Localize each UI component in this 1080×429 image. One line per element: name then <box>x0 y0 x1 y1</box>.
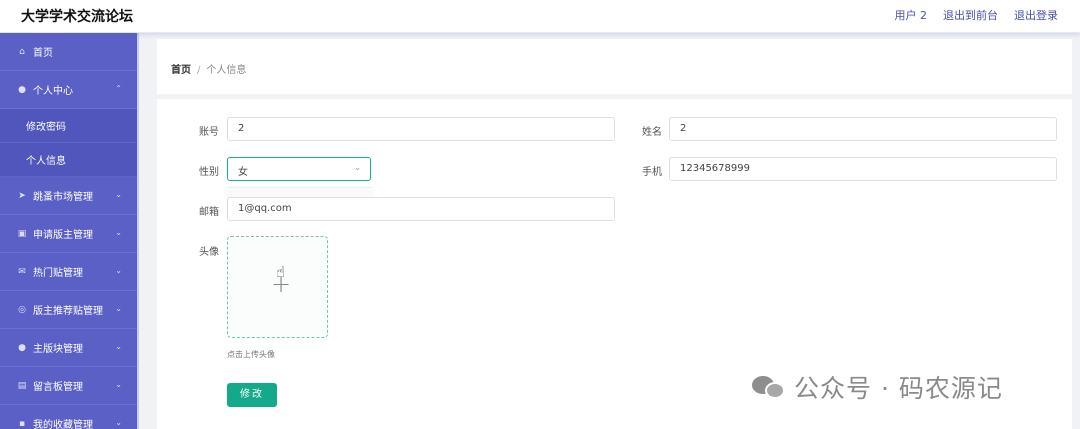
mail-icon: ✉ <box>18 266 26 277</box>
breadcrumb-current: 个人信息 <box>206 65 247 76</box>
sidebar-item-label: 跳蚤市场管理 <box>33 192 93 203</box>
breadcrumb-separator: / <box>197 65 201 76</box>
sidebar-item-personal-info[interactable]: 个人信息 <box>0 143 137 177</box>
sidebar-item-label: 主版块管理 <box>33 344 83 355</box>
current-user-link[interactable]: 用户 2 <box>895 7 928 23</box>
sidebar-item-favorites[interactable]: ▪ 我的收藏管理 ⌄ <box>0 405 137 429</box>
header-links: 用户 2 退出到前台 退出登录 <box>895 7 1059 23</box>
name-value: 2 <box>680 123 687 134</box>
email-field[interactable]: 1@qq.com <box>227 197 615 221</box>
pointer-cursor-icon: ☝ <box>276 263 286 281</box>
sidebar-item-label: 热门贴管理 <box>33 268 83 279</box>
sidebar-item-label: 申请版主管理 <box>33 230 93 241</box>
logout-link[interactable]: 退出登录 <box>1014 7 1058 23</box>
chevron-down-icon: ⌄ <box>115 266 122 275</box>
app-title: 大学学术交流论坛 <box>21 9 133 25</box>
sidebar-item-label: 留言板管理 <box>33 382 83 393</box>
chevron-down-icon: ⌄ <box>115 304 122 313</box>
gender-label: 性别 <box>199 167 219 178</box>
breadcrumb: 首页 / 个人信息 <box>171 61 246 76</box>
star-icon: ▪ <box>18 418 26 429</box>
upload-tip: 点击上传头像 <box>227 350 275 359</box>
sidebar-item-personal-center[interactable]: ● 个人中心 ⌃ <box>0 71 137 109</box>
compass-icon: ◎ <box>18 304 26 315</box>
exit-to-front-link[interactable]: 退出到前台 <box>943 7 998 23</box>
chevron-down-icon: ⌄ <box>115 228 122 237</box>
account-label: 账号 <box>199 127 219 138</box>
avatar-uploader[interactable]: + ☝ <box>227 236 328 338</box>
sidebar-item-hot-posts[interactable]: ✉ 热门贴管理 ⌄ <box>0 253 137 291</box>
phone-field[interactable]: 12345678999 <box>669 157 1057 181</box>
sidebar-item-message-board[interactable]: ▤ 留言板管理 ⌄ <box>0 367 137 405</box>
sidebar-item-moderator-recommended[interactable]: ◎ 版主推荐贴管理 ⌄ <box>0 291 137 329</box>
chevron-down-icon: ⌄ <box>115 418 122 427</box>
chevron-down-icon: ⌄ <box>354 163 361 172</box>
home-icon: ⌂ <box>19 46 25 57</box>
account-value: 2 <box>238 123 245 134</box>
sidebar-item-flea-market[interactable]: ➤ 跳蚤市场管理 ⌄ <box>0 177 137 215</box>
chevron-down-icon: ⌄ <box>115 380 122 389</box>
breadcrumb-card: 首页 / 个人信息 <box>157 39 1072 94</box>
phone-value: 12345678999 <box>680 163 750 174</box>
email-value: 1@qq.com <box>238 203 292 214</box>
sidebar-item-change-password[interactable]: 修改密码 <box>0 109 137 143</box>
sidebar: ⌂ 首页 ● 个人中心 ⌃ 修改密码 个人信息 ➤ 跳蚤市场管理 ⌄ ▣ 申请版… <box>0 33 139 429</box>
sidebar-item-label: 个人中心 <box>33 86 73 97</box>
breadcrumb-home[interactable]: 首页 <box>171 65 191 76</box>
chevron-down-icon: ⌄ <box>115 342 122 351</box>
user-icon: ● <box>18 84 26 95</box>
avatar-label: 头像 <box>199 247 219 258</box>
sidebar-item-main-board[interactable]: ● 主版块管理 ⌄ <box>0 329 137 367</box>
chevron-up-icon: ⌃ <box>115 84 122 93</box>
ticket-icon: ▤ <box>17 380 27 391</box>
sidebar-item-label: 首页 <box>33 48 53 59</box>
chevron-down-icon: ⌄ <box>115 190 122 199</box>
gender-select[interactable]: 女 ⌄ <box>227 157 371 181</box>
location-icon: ● <box>18 342 26 353</box>
watermark-text: 公众号 · 码农源记 <box>794 374 1003 403</box>
account-field[interactable]: 2 <box>227 117 615 141</box>
gender-value: 女 <box>238 167 248 178</box>
submit-button[interactable]: 修改 <box>227 383 277 407</box>
image-icon: ▣ <box>17 228 27 239</box>
name-field[interactable]: 2 <box>669 117 1057 141</box>
sidebar-item-label: 个人信息 <box>26 156 66 167</box>
sidebar-item-moderator-application[interactable]: ▣ 申请版主管理 ⌄ <box>0 215 137 253</box>
wechat-icon <box>752 373 786 401</box>
watermark: 公众号 · 码农源记 <box>752 369 1003 405</box>
phone-label: 手机 <box>642 167 662 178</box>
email-label: 邮箱 <box>199 207 219 218</box>
sidebar-item-label: 我的收藏管理 <box>33 420 93 429</box>
sidebar-item-label: 版主推荐贴管理 <box>33 306 103 317</box>
sidebar-item-home[interactable]: ⌂ 首页 <box>0 33 137 71</box>
top-bar: 大学学术交流论坛 用户 2 退出到前台 退出登录 <box>0 0 1080 33</box>
sidebar-item-label: 修改密码 <box>26 122 66 133</box>
name-label: 姓名 <box>642 127 662 138</box>
send-icon: ➤ <box>18 190 26 201</box>
